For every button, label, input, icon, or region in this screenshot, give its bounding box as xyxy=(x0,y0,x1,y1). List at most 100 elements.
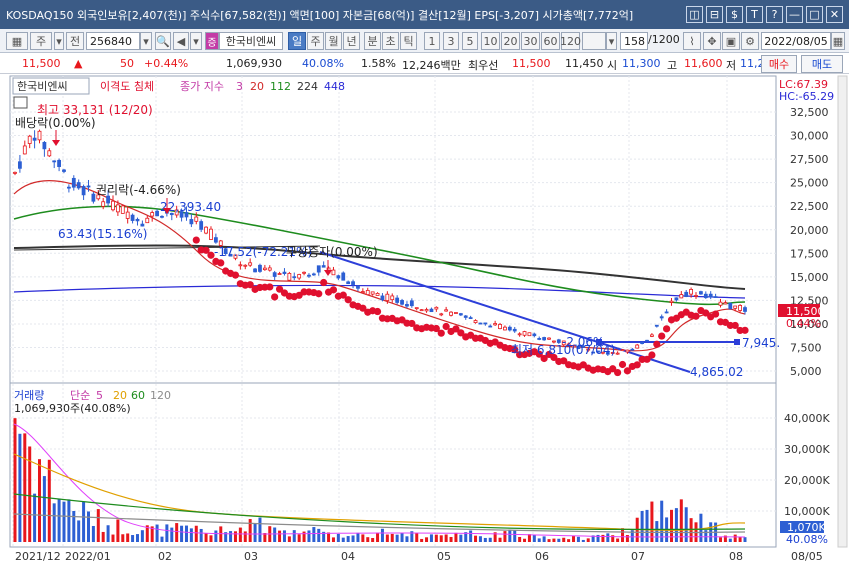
interval-5[interactable]: 5 xyxy=(462,32,478,50)
tab-monthly[interactable]: 월 xyxy=(325,32,342,50)
interval-1[interactable]: 1 xyxy=(424,32,440,50)
signal-dot xyxy=(712,310,720,318)
interval-10[interactable]: 10 xyxy=(481,32,500,50)
legend-ma-448[interactable]: 448 xyxy=(324,80,345,93)
volume-bar xyxy=(356,532,360,542)
legend-ma-3[interactable]: 3 xyxy=(236,80,243,93)
candle-body xyxy=(302,271,306,274)
chart-toolbar: ▦ 주 ▾ 전 256840 ▾ 🔍 ◀ ▾ 증 한국비엔씨 일 주 월 년 분… xyxy=(0,29,849,53)
volume-bar xyxy=(62,501,66,542)
save-icon[interactable]: ▣ xyxy=(722,32,740,50)
interval-input[interactable] xyxy=(582,32,606,50)
count-input[interactable]: 158 xyxy=(620,32,648,50)
legend-ma-20[interactable]: 20 xyxy=(250,80,264,93)
calendar-icon[interactable]: ▦ xyxy=(831,32,845,50)
minimize-panel-icon[interactable]: ⊟ xyxy=(706,6,723,23)
volume-bar xyxy=(282,530,286,542)
candle-body xyxy=(708,293,713,298)
layout-icon[interactable]: ◫ xyxy=(686,6,703,23)
candle-body xyxy=(125,211,130,219)
stock-chart[interactable]: 32,500 30,000 27,500 25,000 22,500 20,000 17,5… xyxy=(0,74,849,564)
annotation-p4: -2.06% xyxy=(562,335,604,349)
tab-second[interactable]: 초 xyxy=(382,32,399,50)
buy-button[interactable]: 매수 xyxy=(761,55,797,73)
tab-yearly[interactable]: 년 xyxy=(343,32,360,50)
search-icon[interactable]: 🔍 xyxy=(155,32,171,50)
graph-icon[interactable]: ⌇ xyxy=(683,32,701,50)
tab-weekly[interactable]: 주 xyxy=(307,32,324,50)
market-select[interactable]: 주 xyxy=(30,32,52,50)
maximize-icon[interactable]: □ xyxy=(806,6,823,23)
text-icon[interactable]: T xyxy=(746,6,763,23)
code-dropdown-icon[interactable]: ▾ xyxy=(140,32,152,50)
favorite-icon[interactable]: 증 xyxy=(205,32,219,50)
chart-scrollbar[interactable] xyxy=(837,75,848,548)
sell-button[interactable]: 매도 xyxy=(801,55,843,73)
tab-minute[interactable]: 분 xyxy=(364,32,381,50)
legend-ma-224[interactable]: 224 xyxy=(297,80,318,93)
candle-body xyxy=(689,289,694,295)
trade-amount: 12,246백만 xyxy=(402,59,461,72)
candle-body xyxy=(385,293,390,301)
price-tag-pct: 0.44% xyxy=(786,317,821,330)
code-input[interactable]: 256840 xyxy=(86,32,140,50)
date-input[interactable]: 2022/08/05 xyxy=(761,32,831,50)
interval-3[interactable]: 3 xyxy=(443,32,459,50)
interval-dropdown-icon[interactable]: ▾ xyxy=(606,32,617,50)
crosshair-icon[interactable]: ✥ xyxy=(703,32,721,50)
volume-bar xyxy=(52,503,56,542)
legend-ma-label[interactable]: 종가 지수 xyxy=(180,80,224,93)
volume-type: 단순 xyxy=(70,389,90,402)
settings-icon[interactable]: ⚙ xyxy=(741,32,759,50)
tab-daily[interactable]: 일 xyxy=(288,32,306,50)
time-axis-label: 08/05 xyxy=(791,550,823,563)
volume-bar xyxy=(331,537,335,542)
candle-body xyxy=(478,322,483,325)
annotation-rights: 권리락(-4.66%) xyxy=(96,183,181,197)
candle-body xyxy=(155,210,159,217)
price-axis-label: 5,000 xyxy=(790,365,822,378)
candle-body xyxy=(86,185,91,188)
speaker-icon[interactable]: ◀ xyxy=(173,32,189,50)
vol-ma-120-label: 120 xyxy=(150,389,171,402)
market-dropdown-icon[interactable]: ▾ xyxy=(54,32,64,50)
interval-20[interactable]: 20 xyxy=(501,32,520,50)
candle-body xyxy=(380,295,385,301)
minimize-icon[interactable]: — xyxy=(786,6,803,23)
volume-bar xyxy=(498,537,502,542)
volume-bar xyxy=(140,530,144,542)
layout-grid-icon[interactable]: ▦ xyxy=(6,32,28,50)
candle-body xyxy=(311,273,316,276)
candle-body xyxy=(204,226,208,234)
help-icon[interactable]: ? xyxy=(766,6,783,23)
candle-body xyxy=(365,290,370,296)
volume-bar xyxy=(18,433,22,542)
dollar-icon[interactable]: $ xyxy=(726,6,743,23)
legend-ma-112[interactable]: 112 xyxy=(270,80,291,93)
tab-tick[interactable]: 틱 xyxy=(400,32,417,50)
interval-120[interactable]: 120 xyxy=(560,32,581,50)
volume-bar xyxy=(733,534,737,542)
candle-body xyxy=(488,325,493,328)
vol-ma-60-label: 60 xyxy=(131,389,145,402)
candle-body xyxy=(723,302,728,305)
legend-stock[interactable]: 한국비엔씨 xyxy=(17,80,68,93)
speaker-dropdown-icon[interactable]: ▾ xyxy=(190,32,202,50)
volume-bar xyxy=(327,532,331,542)
volume-bar xyxy=(199,528,203,542)
interval-60[interactable]: 60 xyxy=(541,32,560,50)
volume-bar xyxy=(131,535,135,542)
table-icon[interactable] xyxy=(13,96,28,109)
interval-30[interactable]: 30 xyxy=(521,32,540,50)
close-icon[interactable]: ✕ xyxy=(826,6,843,23)
legend-disparity[interactable]: 이격도 침체 xyxy=(100,80,154,93)
candle-body xyxy=(645,339,649,342)
volume-bar xyxy=(537,538,541,542)
volume-axis-label: 20,000K xyxy=(784,474,830,487)
candle-body xyxy=(507,326,512,331)
count-total: /1200 xyxy=(648,33,680,46)
volume-bar xyxy=(297,534,301,542)
prev-button[interactable]: 전 xyxy=(66,32,84,50)
volume-bar xyxy=(454,532,458,542)
signal-dot xyxy=(320,278,328,287)
